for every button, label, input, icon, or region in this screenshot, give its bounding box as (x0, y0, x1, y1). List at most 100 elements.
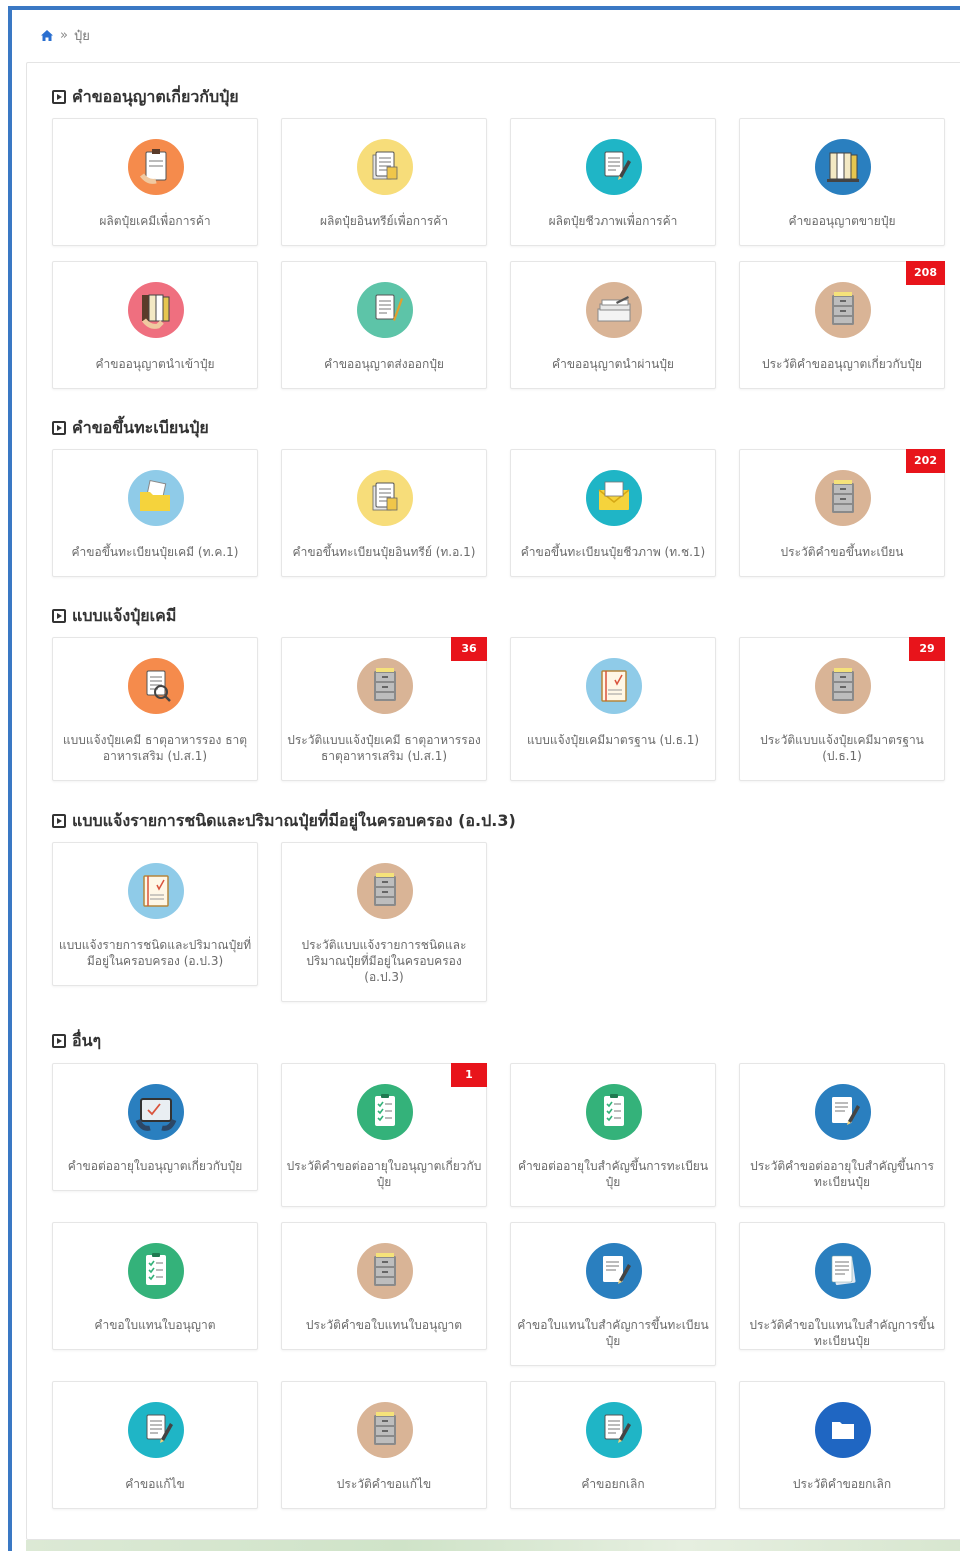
folder-icon (815, 1402, 871, 1458)
section-title-text: คำขออนุญาตเกี่ยวกับปุ๋ย (72, 86, 239, 106)
menu-tile[interactable]: คำขออนุญาตส่งออกปุ๋ย (281, 261, 487, 389)
tile-label: ประวัติคำขอต่ออายุใบสำคัญขึ้นการทะเบียนป… (750, 1159, 934, 1189)
tile-label: คำขออนุญาตนำผ่านปุ๋ย (552, 357, 674, 371)
tile-label: ประวัติคำขอใบแทนใบอนุญาต (305, 1318, 463, 1332)
document-search-icon (128, 658, 184, 714)
menu-tile[interactable]: คำขอต่ออายุใบอนุญาตเกี่ยวกับปุ๋ย (52, 1063, 258, 1191)
home-icon[interactable] (40, 29, 54, 42)
breadcrumb: » ปุ๋ย (40, 26, 90, 44)
breadcrumb-current: ปุ๋ย (73, 28, 90, 44)
menu-tile[interactable]: แบบแจ้งรายการชนิดและปริมาณปุ๋ยที่มีอยู่ใ… (52, 842, 258, 986)
menu-tile[interactable]: ผลิตปุ๋ยอินทรีย์เพื่อการค้า (281, 118, 487, 246)
section-title-others: อื่นๆ (52, 1029, 101, 1053)
section-title-possession: แบบแจ้งรายการชนิดและปริมาณปุ๋ยที่มีอยู่ใ… (52, 809, 516, 833)
menu-tile[interactable]: คำขออนุญาตนำผ่านปุ๋ย (510, 261, 716, 389)
menu-tile[interactable]: ประวัติคำขอใบแทนใบอนุญาต (281, 1222, 487, 1350)
count-badge: 208 (906, 261, 945, 285)
menu-tile[interactable]: คำขอขึ้นทะเบียนปุ๋ยเคมี (ท.ค.1) (52, 449, 258, 577)
tile-label: คำขอต่ออายุใบสำคัญขึ้นการทะเบียนปุ๋ย (517, 1159, 709, 1189)
checklist-icon (357, 1084, 413, 1140)
document-stack-icon (357, 139, 413, 195)
tile-label: ผลิตปุ๋ยอินทรีย์เพื่อการค้า (319, 214, 449, 228)
section-title-text: แบบแจ้งรายการชนิดและปริมาณปุ๋ยที่มีอยู่ใ… (72, 810, 516, 830)
menu-tile[interactable]: ประวัติแบบแจ้งปุ๋ยเคมี ธาตุอาหารรอง ธาตุ… (281, 637, 487, 781)
tile-label: ประวัติแบบแจ้งปุ๋ยเคมี ธาตุอาหารรอง ธาตุ… (287, 733, 481, 763)
menu-tile[interactable]: แบบแจ้งปุ๋ยเคมี ธาตุอาหารรอง ธาตุอาหารเส… (52, 637, 258, 781)
menu-tile[interactable]: ประวัติคำขอขึ้นทะเบียน 202 (739, 449, 945, 577)
section-title-text: คำขอขึ้นทะเบียนปุ๋ย (72, 417, 209, 437)
menu-tile[interactable]: คำขอใบแทนใบอนุญาต (52, 1222, 258, 1350)
menu-tile[interactable]: ประวัติแบบแจ้งรายการชนิดและปริมาณปุ๋ยที่… (281, 842, 487, 1002)
menu-tile[interactable]: ประวัติคำขอใบแทนใบสำคัญการขึ้นทะเบียนปุ๋… (739, 1222, 945, 1350)
menu-tile[interactable]: แบบแจ้งปุ๋ยเคมีมาตรฐาน (ป.ธ.1) (510, 637, 716, 781)
tablet-hands-icon (128, 1084, 184, 1140)
envelope-icon (586, 470, 642, 526)
play-square-icon (52, 814, 66, 828)
checklist-icon (128, 1243, 184, 1299)
tile-label: คำขอยกเลิก (581, 1477, 645, 1491)
menu-tile[interactable]: คำขอแก้ไข (52, 1381, 258, 1509)
section-title-permits: คำขออนุญาตเกี่ยวกับปุ๋ย (52, 85, 239, 109)
menu-tile[interactable]: คำขอขึ้นทะเบียนปุ๋ยอินทรีย์ (ท.อ.1) (281, 449, 487, 577)
menu-tile[interactable]: ประวัติแบบแจ้งปุ๋ยเคมีมาตรฐาน (ป.ธ.1) 29 (739, 637, 945, 781)
document-pencil-icon (357, 282, 413, 338)
document-pen-icon (586, 139, 642, 195)
menu-tile[interactable]: คำขอขึ้นทะเบียนปุ๋ยชีวภาพ (ท.ช.1) (510, 449, 716, 577)
binders-hand-icon (128, 282, 184, 338)
checklist-icon (586, 1084, 642, 1140)
document-edit-icon (586, 1243, 642, 1299)
menu-tile[interactable]: คำขอใบแทนใบสำคัญการขึ้นทะเบียนปุ๋ย (510, 1222, 716, 1366)
tile-label: ผลิตปุ๋ยชีวภาพเพื่อการค้า (548, 214, 678, 228)
tile-label: ประวัติคำขอยกเลิก (792, 1477, 892, 1491)
tile-label: ผลิตปุ๋ยเคมีเพื่อการค้า (99, 214, 211, 228)
footer-background-strip (26, 1540, 960, 1551)
menu-tile[interactable]: คำขอยกเลิก (510, 1381, 716, 1509)
menu-tile[interactable]: ผลิตปุ๋ยชีวภาพเพื่อการค้า (510, 118, 716, 246)
section-title-text: แบบแจ้งปุ๋ยเคมี (72, 605, 177, 625)
menu-tile[interactable]: ประวัติคำขอแก้ไข (281, 1381, 487, 1509)
document-lines-icon (815, 1243, 871, 1299)
section-title-text: อื่นๆ (72, 1030, 102, 1050)
menu-tile[interactable]: ประวัติคำขอต่ออายุใบสำคัญขึ้นการทะเบียนป… (739, 1063, 945, 1207)
menu-tile[interactable]: ประวัติคำขอต่ออายุใบอนุญาตเกี่ยวกับปุ๋ย 1 (281, 1063, 487, 1207)
cabinet-icon (815, 470, 871, 526)
tile-label: คำขอขึ้นทะเบียนปุ๋ยอินทรีย์ (ท.อ.1) (292, 545, 476, 559)
cabinet-icon (357, 1402, 413, 1458)
cabinet-icon (357, 1243, 413, 1299)
tile-label: ประวัติคำขออนุญาตเกี่ยวกับปุ๋ย (761, 357, 923, 371)
cabinet-icon (357, 658, 413, 714)
menu-tile[interactable]: ประวัติคำขอยกเลิก (739, 1381, 945, 1509)
tile-label: คำขออนุญาตส่งออกปุ๋ย (324, 357, 444, 371)
menu-tile[interactable]: คำขออนุญาตขายปุ๋ย (739, 118, 945, 246)
tile-label: แบบแจ้งปุ๋ยเคมี ธาตุอาหารรอง ธาตุอาหารเส… (62, 733, 248, 763)
paper-pile-icon (586, 282, 642, 338)
play-square-icon (52, 1034, 66, 1048)
play-square-icon (52, 421, 66, 435)
menu-tile[interactable]: คำขอต่ออายุใบสำคัญขึ้นการทะเบียนปุ๋ย (510, 1063, 716, 1207)
tile-label: คำขอขึ้นทะเบียนปุ๋ยเคมี (ท.ค.1) (71, 545, 239, 559)
notebook-check-icon (586, 658, 642, 714)
count-badge: 36 (451, 637, 487, 661)
tile-label: แบบแจ้งรายการชนิดและปริมาณปุ๋ยที่มีอยู่ใ… (58, 938, 252, 968)
cabinet-icon (815, 658, 871, 714)
menu-tile[interactable]: คำขออนุญาตนำเข้าปุ๋ย (52, 261, 258, 389)
tile-label: คำขอขึ้นทะเบียนปุ๋ยชีวภาพ (ท.ช.1) (520, 545, 706, 559)
cabinet-icon (357, 863, 413, 919)
tile-label: ประวัติแบบแจ้งรายการชนิดและปริมาณปุ๋ยที่… (301, 938, 467, 984)
tile-label: คำขออนุญาตนำเข้าปุ๋ย (95, 357, 215, 371)
folder-docs-icon (128, 470, 184, 526)
section-title-registration: คำขอขึ้นทะเบียนปุ๋ย (52, 416, 209, 440)
menu-tile[interactable]: ผลิตปุ๋ยเคมีเพื่อการค้า (52, 118, 258, 246)
section-title-chemical-notice: แบบแจ้งปุ๋ยเคมี (52, 604, 176, 628)
count-badge: 1 (451, 1063, 487, 1087)
menu-tile[interactable]: ประวัติคำขออนุญาตเกี่ยวกับปุ๋ย 208 (739, 261, 945, 389)
tile-label: ประวัติคำขอต่ออายุใบอนุญาตเกี่ยวกับปุ๋ย (286, 1159, 482, 1189)
count-badge: 29 (909, 637, 945, 661)
document-edit-icon (815, 1084, 871, 1140)
tile-label: คำขอต่ออายุใบอนุญาตเกี่ยวกับปุ๋ย (67, 1159, 243, 1173)
tile-label: คำขอใบแทนใบสำคัญการขึ้นทะเบียนปุ๋ย (517, 1318, 709, 1348)
document-pen-icon (128, 1402, 184, 1458)
document-pen-icon (586, 1402, 642, 1458)
document-stack-icon (357, 470, 413, 526)
tile-label: คำขอใบแทนใบอนุญาต (94, 1318, 216, 1332)
